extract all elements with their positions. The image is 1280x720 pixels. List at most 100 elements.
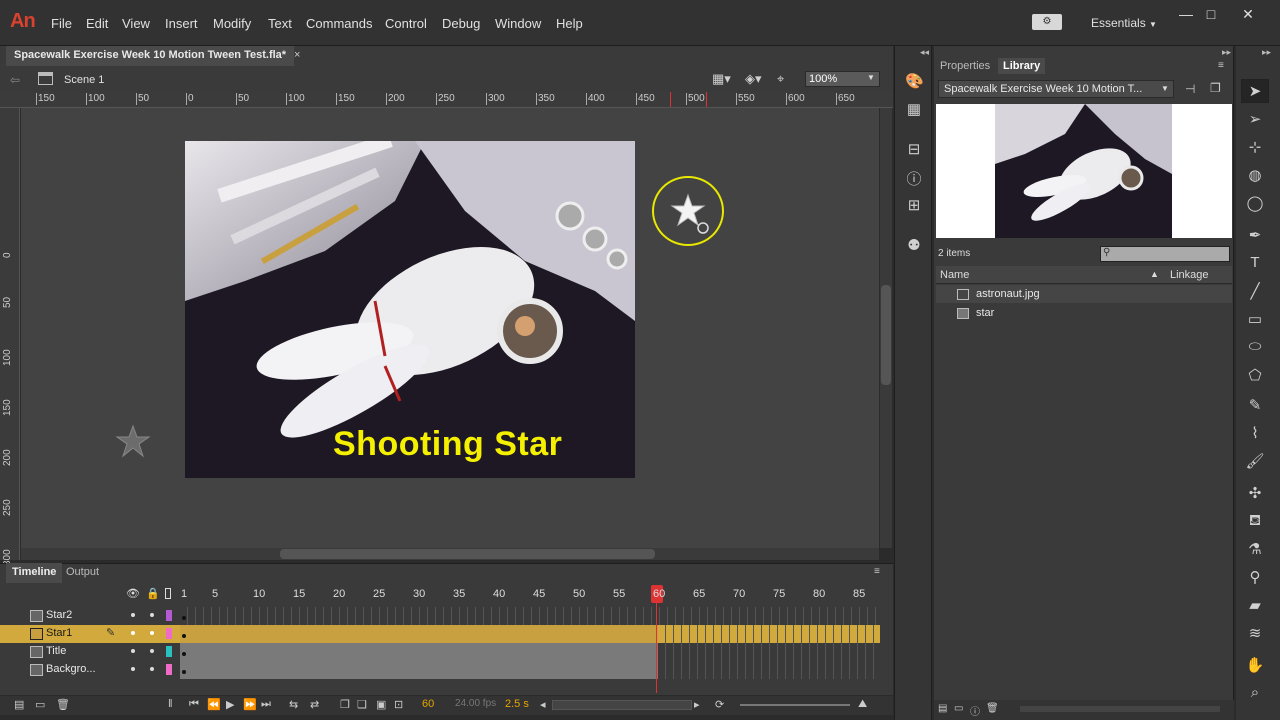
collapse-panel-icon[interactable]: ◂◂: [920, 47, 929, 58]
go-to-first-frame-icon[interactable]: ⏮: [189, 698, 199, 711]
swatches-grid-icon[interactable]: ▦: [905, 100, 923, 118]
mountain-icon[interactable]: ⛰: [858, 698, 867, 711]
column-name[interactable]: Name: [940, 269, 969, 281]
current-frame[interactable]: 60: [422, 698, 434, 710]
stage-title-text[interactable]: Shooting Star: [333, 425, 562, 464]
menu-edit[interactable]: Edit: [86, 16, 108, 31]
onion-outline-icon[interactable]: ❏: [357, 698, 367, 711]
lock-icon[interactable]: 🔒: [146, 587, 160, 600]
keyframe-marker[interactable]: [182, 616, 186, 620]
scene-label[interactable]: Scene 1: [64, 74, 104, 86]
pencil-tool-icon[interactable]: ✎: [1245, 396, 1265, 414]
subselection-tool-icon[interactable]: ➢: [1245, 110, 1265, 128]
line-tool-icon[interactable]: ╱: [1245, 282, 1265, 300]
layer-row-star2[interactable]: Star2: [0, 607, 880, 625]
transform-icon[interactable]: ⊞: [905, 196, 923, 214]
pen-tool-icon[interactable]: ✒: [1245, 226, 1265, 244]
chevron-down-icon[interactable]: ▼: [1161, 84, 1169, 93]
menu-debug[interactable]: Debug: [442, 16, 480, 31]
keyframe-marker[interactable]: [182, 670, 186, 674]
layer-outline-color[interactable]: [166, 646, 172, 657]
visibility-dot[interactable]: [131, 613, 135, 617]
text-tool-icon[interactable]: T: [1245, 254, 1265, 271]
menu-file[interactable]: File: [51, 16, 72, 31]
visibility-dot[interactable]: [131, 667, 135, 671]
modify-markers-icon[interactable]: ⊡: [394, 698, 403, 711]
layer-frames[interactable]: [658, 643, 880, 661]
minimize-button[interactable]: —: [1174, 6, 1198, 22]
onion-skin-icon[interactable]: ❐: [340, 698, 350, 711]
menu-commands[interactable]: Commands: [306, 16, 372, 31]
eraser-tool-icon[interactable]: ▰: [1245, 596, 1265, 614]
align-icon[interactable]: ⊟: [905, 140, 923, 158]
width-tool-icon[interactable]: ≋: [1245, 624, 1265, 642]
lock-dot[interactable]: [150, 631, 154, 635]
close-tab-icon[interactable]: ×: [294, 49, 300, 61]
menu-help[interactable]: Help: [556, 16, 583, 31]
elapsed-time[interactable]: 2.5 s: [505, 698, 529, 710]
free-transform-tool-icon[interactable]: ⊹: [1245, 138, 1265, 156]
collapse-panel-icon[interactable]: ▸▸: [1262, 47, 1271, 58]
layer-name[interactable]: Star2: [46, 609, 72, 621]
lock-dot[interactable]: [150, 613, 154, 617]
polystar-tool-icon[interactable]: ⬠: [1245, 366, 1265, 384]
scroll-left-icon[interactable]: ◂: [540, 698, 546, 711]
oval-tool-icon[interactable]: ⬭: [1245, 338, 1265, 355]
star-symbol-selected[interactable]: [652, 176, 724, 246]
document-tab[interactable]: Spacewalk Exercise Week 10 Motion Tween …: [6, 46, 295, 66]
timeline-zoom-slider[interactable]: [740, 704, 850, 706]
timeline-horizontal-scrollbar[interactable]: [552, 700, 692, 710]
layer-frames[interactable]: [658, 661, 880, 679]
layer-frames[interactable]: [180, 607, 880, 625]
lock-dot[interactable]: [150, 649, 154, 653]
bone-tool-icon[interactable]: ✣: [1245, 484, 1265, 502]
close-button[interactable]: ✕: [1236, 6, 1260, 23]
visibility-dot[interactable]: [131, 631, 135, 635]
layer-outline-color[interactable]: [166, 628, 172, 639]
visibility-dot[interactable]: [131, 649, 135, 653]
ink-bottle-tool-icon[interactable]: ⚗: [1245, 540, 1265, 558]
scrollbar-thumb[interactable]: [881, 285, 891, 385]
layer-row-title[interactable]: Title: [0, 643, 880, 661]
code-snippets-icon[interactable]: ⚉: [905, 236, 923, 254]
sort-ascending-icon[interactable]: ▲: [1150, 269, 1159, 279]
outline-icon[interactable]: [165, 588, 171, 599]
keyframe-marker[interactable]: [182, 634, 186, 638]
library-item-label[interactable]: star: [976, 307, 994, 319]
new-layer-icon[interactable]: ▤: [14, 698, 24, 711]
center-frame-icon[interactable]: ⇄: [310, 698, 319, 711]
tab-output[interactable]: Output: [66, 566, 99, 578]
panel-menu-icon[interactable]: ≡: [1218, 60, 1224, 71]
layer-name[interactable]: Title: [46, 645, 66, 657]
play-icon[interactable]: ▶: [226, 698, 234, 711]
library-search-input[interactable]: [1100, 246, 1230, 262]
star-symbol-offstage[interactable]: [115, 424, 151, 463]
frame-rate[interactable]: 24.00 fps: [455, 698, 496, 709]
eye-icon[interactable]: 👁: [126, 587, 140, 600]
library-item-label[interactable]: astronaut.jpg: [976, 288, 1040, 300]
paint-bucket-tool-icon[interactable]: ⛾: [1245, 512, 1265, 531]
lasso-tool-icon[interactable]: ◯: [1245, 194, 1265, 212]
new-symbol-icon[interactable]: ▤: [938, 703, 947, 714]
tab-properties[interactable]: Properties: [940, 60, 990, 72]
layer-name[interactable]: Backgro...: [46, 663, 96, 675]
go-to-last-frame-icon[interactable]: ⏭: [261, 698, 271, 711]
static-frame-span[interactable]: [180, 661, 658, 679]
tab-library[interactable]: Library: [998, 58, 1046, 74]
eyedropper-tool-icon[interactable]: ⚲: [1245, 568, 1265, 586]
static-frame-span[interactable]: [180, 643, 658, 661]
3d-rotation-tool-icon[interactable]: ◍: [1245, 166, 1265, 184]
edit-symbols-icon[interactable]: ◈▾: [745, 71, 762, 87]
scroll-right-icon[interactable]: ▸: [694, 698, 700, 711]
layer-row-star1[interactable]: Star1 ✎: [0, 625, 880, 643]
layer-row-background[interactable]: Backgro...: [0, 661, 880, 679]
chevron-down-icon[interactable]: ▼: [867, 73, 875, 82]
sync-settings-icon[interactable]: ⚙: [1032, 14, 1062, 30]
panel-menu-icon[interactable]: ≡: [874, 566, 880, 577]
layer-outline-color[interactable]: [166, 664, 172, 675]
column-linkage[interactable]: Linkage: [1170, 269, 1209, 281]
layer-frames[interactable]: [658, 625, 880, 643]
library-horizontal-scrollbar[interactable]: [1020, 706, 1220, 712]
zoom-tool-icon[interactable]: ⌕: [1245, 684, 1265, 701]
color-swatches-icon[interactable]: 🎨: [905, 72, 924, 90]
